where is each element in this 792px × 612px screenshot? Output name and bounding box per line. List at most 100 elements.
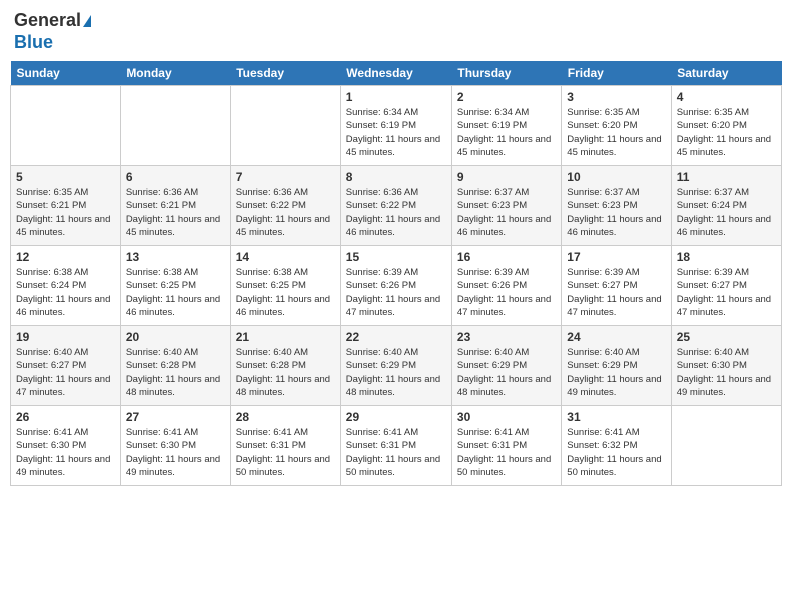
day-number: 8 <box>346 170 446 184</box>
calendar-cell <box>230 86 340 166</box>
day-info: Sunrise: 6:41 AM Sunset: 6:32 PM Dayligh… <box>567 426 665 479</box>
calendar-cell: 6Sunrise: 6:36 AM Sunset: 6:21 PM Daylig… <box>120 166 230 246</box>
day-info: Sunrise: 6:39 AM Sunset: 6:26 PM Dayligh… <box>346 266 446 319</box>
day-info: Sunrise: 6:35 AM Sunset: 6:20 PM Dayligh… <box>567 106 665 159</box>
day-info: Sunrise: 6:34 AM Sunset: 6:19 PM Dayligh… <box>457 106 556 159</box>
day-number: 30 <box>457 410 556 424</box>
day-number: 22 <box>346 330 446 344</box>
day-number: 26 <box>16 410 115 424</box>
calendar-week-row: 26 Sunrise: 6:41 AM Sunset: 6:30 PM Dayli… <box>11 406 782 486</box>
day-number: 20 <box>126 330 225 344</box>
day-number: 4 <box>677 90 776 104</box>
day-info: Sunrise: 6:36 AM Sunset: 6:22 PM Dayligh… <box>346 186 446 239</box>
day-number: 24 <box>567 330 665 344</box>
day-info: Sunrise: 6:39 AM Sunset: 6:27 PM Dayligh… <box>677 266 776 319</box>
calendar-cell: 28 Sunrise: 6:41 AM Sunset: 6:31 PM Dayli… <box>230 406 340 486</box>
page-header: General Blue <box>10 10 782 53</box>
calendar-cell: 8 Sunrise: 6:36 AM Sunset: 6:22 PM Daylig… <box>340 166 451 246</box>
day-info: Sunrise: 6:37 AM Sunset: 6:24 PM Dayligh… <box>677 186 776 239</box>
calendar-cell: 25Sunrise: 6:40 AM Sunset: 6:30 PM Dayli… <box>671 326 781 406</box>
day-number: 23 <box>457 330 556 344</box>
day-info: Sunrise: 6:40 AM Sunset: 6:29 PM Dayligh… <box>346 346 446 399</box>
day-number: 15 <box>346 250 446 264</box>
calendar-cell: 30 Sunrise: 6:41 AM Sunset: 6:31 PM Dayli… <box>451 406 561 486</box>
day-number: 10 <box>567 170 665 184</box>
calendar-cell: 14Sunrise: 6:38 AM Sunset: 6:25 PM Dayli… <box>230 246 340 326</box>
calendar-cell: 10Sunrise: 6:37 AM Sunset: 6:23 PM Dayli… <box>562 166 671 246</box>
day-info: Sunrise: 6:41 AM Sunset: 6:31 PM Dayligh… <box>236 426 335 479</box>
day-number: 27 <box>126 410 225 424</box>
calendar-cell: 29 Sunrise: 6:41 AM Sunset: 6:31 PM Dayli… <box>340 406 451 486</box>
day-number: 12 <box>16 250 115 264</box>
calendar-table: SundayMondayTuesdayWednesdayThursdayFrid… <box>10 61 782 486</box>
day-info: Sunrise: 6:37 AM Sunset: 6:23 PM Dayligh… <box>457 186 556 239</box>
logo: General Blue <box>14 10 91 53</box>
day-info: Sunrise: 6:39 AM Sunset: 6:26 PM Dayligh… <box>457 266 556 319</box>
calendar-cell: 17 Sunrise: 6:39 AM Sunset: 6:27 PM Dayli… <box>562 246 671 326</box>
day-number: 3 <box>567 90 665 104</box>
calendar-cell: 4 Sunrise: 6:35 AM Sunset: 6:20 PM Daylig… <box>671 86 781 166</box>
day-number: 14 <box>236 250 335 264</box>
day-info: Sunrise: 6:40 AM Sunset: 6:28 PM Dayligh… <box>126 346 225 399</box>
column-header-wednesday: Wednesday <box>340 61 451 86</box>
day-info: Sunrise: 6:40 AM Sunset: 6:28 PM Dayligh… <box>236 346 335 399</box>
calendar-cell: 18 Sunrise: 6:39 AM Sunset: 6:27 PM Dayli… <box>671 246 781 326</box>
calendar-week-row: 19Sunrise: 6:40 AM Sunset: 6:27 PM Dayli… <box>11 326 782 406</box>
calendar-cell: 11 Sunrise: 6:37 AM Sunset: 6:24 PM Dayli… <box>671 166 781 246</box>
calendar-cell: 12 Sunrise: 6:38 AM Sunset: 6:24 PM Dayli… <box>11 246 121 326</box>
calendar-week-row: 1 Sunrise: 6:34 AM Sunset: 6:19 PM Daylig… <box>11 86 782 166</box>
day-info: Sunrise: 6:39 AM Sunset: 6:27 PM Dayligh… <box>567 266 665 319</box>
day-number: 28 <box>236 410 335 424</box>
day-info: Sunrise: 6:41 AM Sunset: 6:31 PM Dayligh… <box>457 426 556 479</box>
column-header-thursday: Thursday <box>451 61 561 86</box>
day-number: 1 <box>346 90 446 104</box>
calendar-cell: 7Sunrise: 6:36 AM Sunset: 6:22 PM Daylig… <box>230 166 340 246</box>
day-number: 16 <box>457 250 556 264</box>
day-info: Sunrise: 6:40 AM Sunset: 6:30 PM Dayligh… <box>677 346 776 399</box>
day-info: Sunrise: 6:36 AM Sunset: 6:22 PM Dayligh… <box>236 186 335 239</box>
calendar-cell: 22 Sunrise: 6:40 AM Sunset: 6:29 PM Dayli… <box>340 326 451 406</box>
column-header-saturday: Saturday <box>671 61 781 86</box>
day-info: Sunrise: 6:36 AM Sunset: 6:21 PM Dayligh… <box>126 186 225 239</box>
calendar-week-row: 5Sunrise: 6:35 AM Sunset: 6:21 PM Daylig… <box>11 166 782 246</box>
day-number: 19 <box>16 330 115 344</box>
column-header-tuesday: Tuesday <box>230 61 340 86</box>
day-info: Sunrise: 6:41 AM Sunset: 6:30 PM Dayligh… <box>126 426 225 479</box>
day-number: 17 <box>567 250 665 264</box>
calendar-cell: 19Sunrise: 6:40 AM Sunset: 6:27 PM Dayli… <box>11 326 121 406</box>
calendar-cell: 27 Sunrise: 6:41 AM Sunset: 6:30 PM Dayli… <box>120 406 230 486</box>
logo-blue: Blue <box>14 32 53 54</box>
calendar-cell: 15 Sunrise: 6:39 AM Sunset: 6:26 PM Dayli… <box>340 246 451 326</box>
day-number: 31 <box>567 410 665 424</box>
column-header-friday: Friday <box>562 61 671 86</box>
calendar-cell: 1Sunrise: 6:34 AM Sunset: 6:19 PM Daylig… <box>340 86 451 166</box>
calendar-cell: 24 Sunrise: 6:40 AM Sunset: 6:29 PM Dayli… <box>562 326 671 406</box>
calendar-cell: 20 Sunrise: 6:40 AM Sunset: 6:28 PM Dayli… <box>120 326 230 406</box>
day-info: Sunrise: 6:35 AM Sunset: 6:21 PM Dayligh… <box>16 186 115 239</box>
logo-general: General <box>14 10 91 32</box>
day-info: Sunrise: 6:41 AM Sunset: 6:31 PM Dayligh… <box>346 426 446 479</box>
day-info: Sunrise: 6:35 AM Sunset: 6:20 PM Dayligh… <box>677 106 776 159</box>
day-number: 21 <box>236 330 335 344</box>
calendar-cell: 31 Sunrise: 6:41 AM Sunset: 6:32 PM Dayli… <box>562 406 671 486</box>
day-info: Sunrise: 6:40 AM Sunset: 6:29 PM Dayligh… <box>457 346 556 399</box>
column-header-monday: Monday <box>120 61 230 86</box>
calendar-week-row: 12 Sunrise: 6:38 AM Sunset: 6:24 PM Dayli… <box>11 246 782 326</box>
calendar-cell: 5Sunrise: 6:35 AM Sunset: 6:21 PM Daylig… <box>11 166 121 246</box>
day-number: 2 <box>457 90 556 104</box>
calendar-cell <box>671 406 781 486</box>
day-number: 9 <box>457 170 556 184</box>
calendar-cell: 9 Sunrise: 6:37 AM Sunset: 6:23 PM Daylig… <box>451 166 561 246</box>
day-number: 29 <box>346 410 446 424</box>
calendar-cell: 3 Sunrise: 6:35 AM Sunset: 6:20 PM Daylig… <box>562 86 671 166</box>
calendar-header-row: SundayMondayTuesdayWednesdayThursdayFrid… <box>11 61 782 86</box>
day-info: Sunrise: 6:40 AM Sunset: 6:29 PM Dayligh… <box>567 346 665 399</box>
day-info: Sunrise: 6:38 AM Sunset: 6:25 PM Dayligh… <box>126 266 225 319</box>
calendar-cell: 23 Sunrise: 6:40 AM Sunset: 6:29 PM Dayli… <box>451 326 561 406</box>
calendar-cell: 2 Sunrise: 6:34 AM Sunset: 6:19 PM Daylig… <box>451 86 561 166</box>
calendar-cell: 21 Sunrise: 6:40 AM Sunset: 6:28 PM Dayli… <box>230 326 340 406</box>
day-number: 18 <box>677 250 776 264</box>
day-number: 11 <box>677 170 776 184</box>
day-info: Sunrise: 6:38 AM Sunset: 6:24 PM Dayligh… <box>16 266 115 319</box>
calendar-cell: 26Sunrise: 6:41 AM Sunset: 6:30 PM Dayli… <box>11 406 121 486</box>
